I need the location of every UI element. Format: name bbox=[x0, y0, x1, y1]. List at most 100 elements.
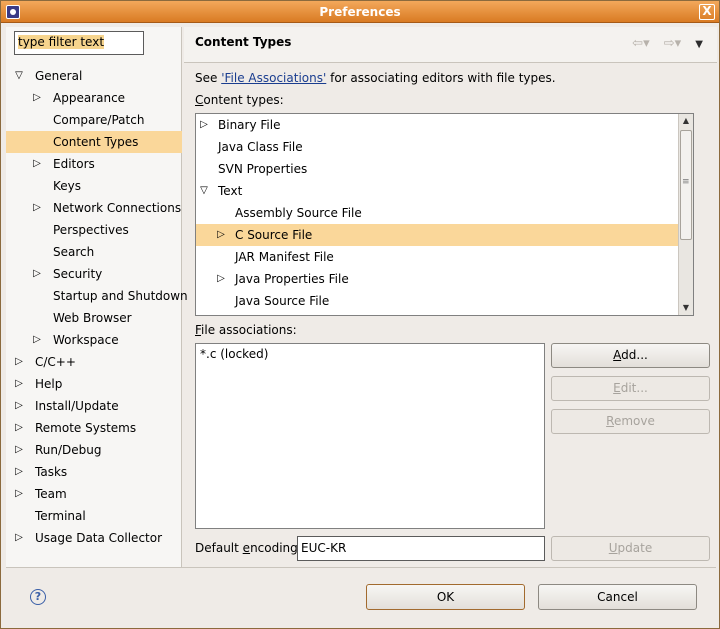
scroll-up-icon[interactable]: ▲ bbox=[679, 114, 693, 128]
expand-triangle-icon[interactable]: ▽ bbox=[13, 65, 25, 87]
tree-item-label: Network Connections bbox=[53, 201, 182, 215]
collapse-triangle-icon[interactable]: ▷ bbox=[198, 114, 210, 136]
ok-button[interactable]: OK bbox=[366, 584, 525, 610]
remove-button-label: emove bbox=[613, 414, 655, 428]
default-encoding-label: Default encoding: bbox=[195, 541, 302, 555]
content-types-scrollbar[interactable]: ▲ ▼ bbox=[678, 114, 693, 315]
collapse-triangle-icon[interactable]: ▷ bbox=[215, 268, 227, 290]
tree-item[interactable]: Keys bbox=[6, 175, 182, 197]
collapse-triangle-icon[interactable]: ▷ bbox=[31, 153, 43, 175]
content-type-item[interactable]: Java Source File bbox=[196, 290, 680, 312]
default-encoding-input[interactable]: EUC-KR bbox=[297, 536, 545, 561]
tree-item[interactable]: ▷ Install/Update bbox=[6, 395, 182, 417]
tree-item[interactable]: ▽ General bbox=[6, 65, 182, 87]
tree-item[interactable]: Perspectives bbox=[6, 219, 182, 241]
edit-button-label: dit... bbox=[620, 381, 648, 395]
tree-item[interactable]: ▷ Remote Systems bbox=[6, 417, 182, 439]
list-item[interactable]: *.c (locked) bbox=[200, 347, 268, 361]
tree-item[interactable]: ▷ Help bbox=[6, 373, 182, 395]
collapse-triangle-icon[interactable]: ▷ bbox=[13, 461, 25, 483]
tree-item-label: Remote Systems bbox=[35, 421, 137, 435]
tree-item[interactable]: ▷ Security bbox=[6, 263, 182, 285]
intro-suffix: for associating editors with file types. bbox=[326, 71, 556, 85]
cancel-button[interactable]: Cancel bbox=[538, 584, 697, 610]
collapse-triangle-icon[interactable]: ▷ bbox=[215, 224, 227, 246]
file-associations-label: File associations: bbox=[195, 323, 297, 337]
title-bar[interactable]: Preferences X bbox=[1, 1, 719, 23]
tree-item[interactable]: ▷ C/C++ bbox=[6, 351, 182, 373]
content-type-item-label: Java Source File bbox=[235, 294, 330, 308]
content-type-item[interactable]: ▷ C Source File bbox=[196, 224, 680, 246]
intro-prefix: See bbox=[195, 71, 222, 85]
content-type-item[interactable]: ▽ Text bbox=[196, 180, 680, 202]
tree-item-label: Web Browser bbox=[53, 311, 132, 325]
update-button[interactable]: Update bbox=[551, 536, 710, 561]
content-types-page: Content Types ⇦▾ ⇨▾ ▼ See 'File Associat… bbox=[184, 27, 717, 567]
add-button[interactable]: Add... bbox=[551, 343, 710, 368]
tree-item[interactable]: ▷ Workspace bbox=[6, 329, 182, 351]
content-type-item[interactable]: ▷ Binary File bbox=[196, 114, 680, 136]
collapse-triangle-icon[interactable]: ▷ bbox=[31, 87, 43, 109]
content-type-item-label: Java Properties File bbox=[235, 272, 349, 286]
add-button-mnemonic: A bbox=[613, 348, 622, 362]
collapse-triangle-icon[interactable]: ▷ bbox=[13, 483, 25, 505]
preference-tree: ▽ General ▷ Appearance Compare/Patch Content … bbox=[6, 65, 188, 549]
forward-icon[interactable]: ⇨▾ bbox=[664, 36, 681, 51]
content-type-item-label: Binary File bbox=[218, 118, 281, 132]
page-title: Content Types bbox=[195, 35, 292, 49]
tree-item[interactable]: ▷ Appearance bbox=[6, 87, 182, 109]
tree-item[interactable]: Terminal bbox=[6, 505, 182, 527]
content-type-item[interactable]: ▷ Java Properties File bbox=[196, 268, 680, 290]
file-associations-list[interactable]: *.c (locked) bbox=[195, 343, 545, 529]
collapse-triangle-icon[interactable]: ▷ bbox=[13, 417, 25, 439]
expand-triangle-icon[interactable]: ▽ bbox=[198, 180, 210, 202]
file-associations-link[interactable]: 'File Associations' bbox=[221, 71, 326, 85]
collapse-triangle-icon[interactable]: ▷ bbox=[13, 439, 25, 461]
edit-button[interactable]: Edit... bbox=[551, 376, 710, 401]
tree-item[interactable]: ▷ Team bbox=[6, 483, 182, 505]
encoding-label-mnemonic: e bbox=[242, 541, 251, 555]
tree-item[interactable]: ▷ Editors bbox=[6, 153, 182, 175]
tree-item-label: Keys bbox=[53, 179, 82, 193]
tree-item[interactable]: Compare/Patch bbox=[6, 109, 182, 131]
scroll-thumb[interactable] bbox=[680, 130, 692, 240]
collapse-triangle-icon[interactable]: ▷ bbox=[13, 527, 25, 549]
tree-item[interactable]: ▷ Tasks bbox=[6, 461, 182, 483]
collapse-triangle-icon[interactable]: ▷ bbox=[31, 197, 43, 219]
content-type-item[interactable]: Assembly Source File bbox=[196, 202, 680, 224]
filter-input[interactable]: type filter text bbox=[14, 31, 144, 55]
edit-button-mnemonic: E bbox=[613, 381, 621, 395]
page-header: Content Types ⇦▾ ⇨▾ ▼ bbox=[184, 27, 717, 63]
preferences-window: Preferences X type filter text ▽ General ▷… bbox=[0, 0, 720, 629]
tree-item[interactable]: Startup and Shutdown bbox=[6, 285, 188, 307]
content-types-label: Content types: bbox=[195, 93, 284, 107]
encoding-label-a: Default bbox=[195, 541, 243, 555]
remove-button[interactable]: Remove bbox=[551, 409, 710, 434]
content-type-item[interactable]: SVN Properties bbox=[196, 158, 680, 180]
tree-item[interactable]: ▷ Network Connections bbox=[6, 197, 182, 219]
content-type-item[interactable]: Java Class File bbox=[196, 136, 680, 158]
tree-item-label: Help bbox=[35, 377, 63, 391]
tree-item[interactable]: Web Browser bbox=[6, 307, 182, 329]
scroll-down-icon[interactable]: ▼ bbox=[679, 301, 693, 315]
content-type-item-label: Assembly Source File bbox=[235, 206, 362, 220]
close-button[interactable]: X bbox=[699, 4, 715, 20]
back-icon[interactable]: ⇦▾ bbox=[632, 36, 649, 51]
help-icon[interactable]: ? bbox=[30, 589, 46, 605]
tree-item[interactable]: ▷ Usage Data Collector bbox=[6, 527, 182, 549]
tree-item-label: Startup and Shutdown bbox=[53, 289, 188, 303]
tree-item[interactable]: Search bbox=[6, 241, 182, 263]
collapse-triangle-icon[interactable]: ▷ bbox=[31, 263, 43, 285]
content-type-item[interactable]: JAR Manifest File bbox=[196, 246, 680, 268]
tree-item[interactable]: ▷ Run/Debug bbox=[6, 439, 182, 461]
tree-item-label: C/C++ bbox=[35, 355, 76, 369]
collapse-triangle-icon[interactable]: ▷ bbox=[31, 329, 43, 351]
collapse-triangle-icon[interactable]: ▷ bbox=[13, 351, 25, 373]
tree-item[interactable]: Content Types bbox=[6, 131, 182, 153]
content-types-tree[interactable]: ▷ Binary File Java Class File SVN Propertie… bbox=[195, 113, 694, 316]
update-button-label: pdate bbox=[617, 541, 653, 555]
content-type-item-label: JAR Manifest File bbox=[235, 250, 334, 264]
view-menu-icon[interactable]: ▼ bbox=[695, 39, 703, 50]
collapse-triangle-icon[interactable]: ▷ bbox=[13, 373, 25, 395]
collapse-triangle-icon[interactable]: ▷ bbox=[13, 395, 25, 417]
